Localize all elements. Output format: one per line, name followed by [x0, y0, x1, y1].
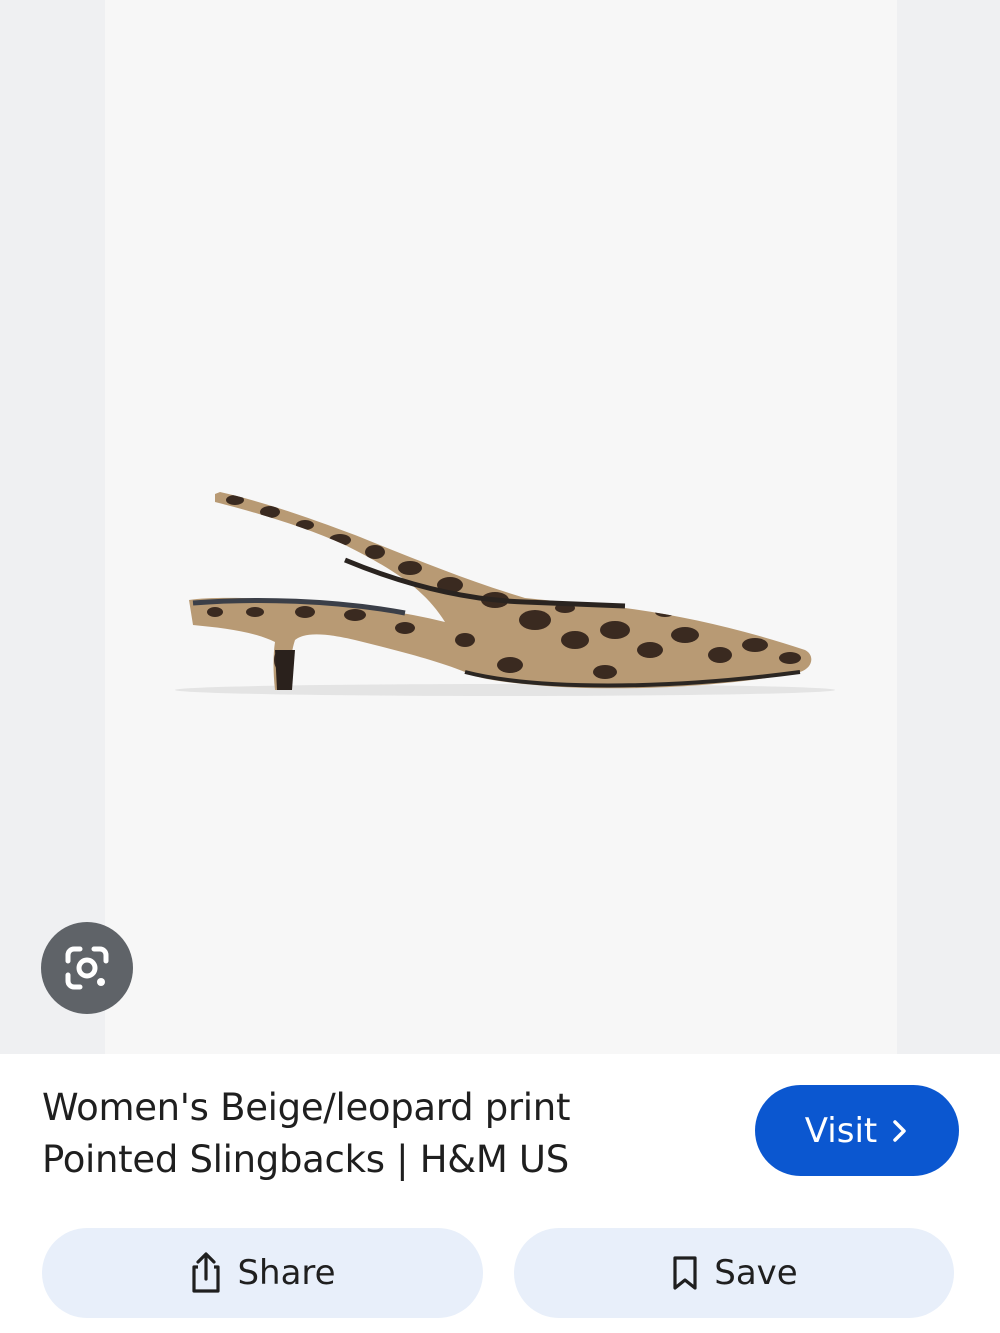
save-button[interactable]: Save	[514, 1228, 954, 1318]
visit-button-label: Visit	[804, 1110, 878, 1151]
chevron-right-icon	[891, 1118, 909, 1144]
share-button[interactable]: Share	[42, 1228, 483, 1318]
image-viewer	[0, 0, 1000, 1054]
product-image[interactable]	[105, 0, 897, 1054]
bookmark-icon	[670, 1254, 700, 1292]
google-lens-button[interactable]	[41, 922, 133, 1014]
product-title-line-2: Pointed Slingbacks | H&M US	[42, 1138, 569, 1181]
product-title-line-1: Women's Beige/leopard print	[42, 1086, 571, 1129]
save-button-label: Save	[714, 1253, 798, 1293]
visit-button[interactable]: Visit	[755, 1085, 959, 1176]
image-result-page: Women's Beige/leopard print Pointed Slin…	[0, 0, 1000, 1333]
product-title[interactable]: Women's Beige/leopard print Pointed Slin…	[42, 1082, 682, 1186]
google-lens-icon	[62, 943, 112, 993]
share-icon	[189, 1251, 223, 1295]
share-button-label: Share	[237, 1253, 336, 1293]
